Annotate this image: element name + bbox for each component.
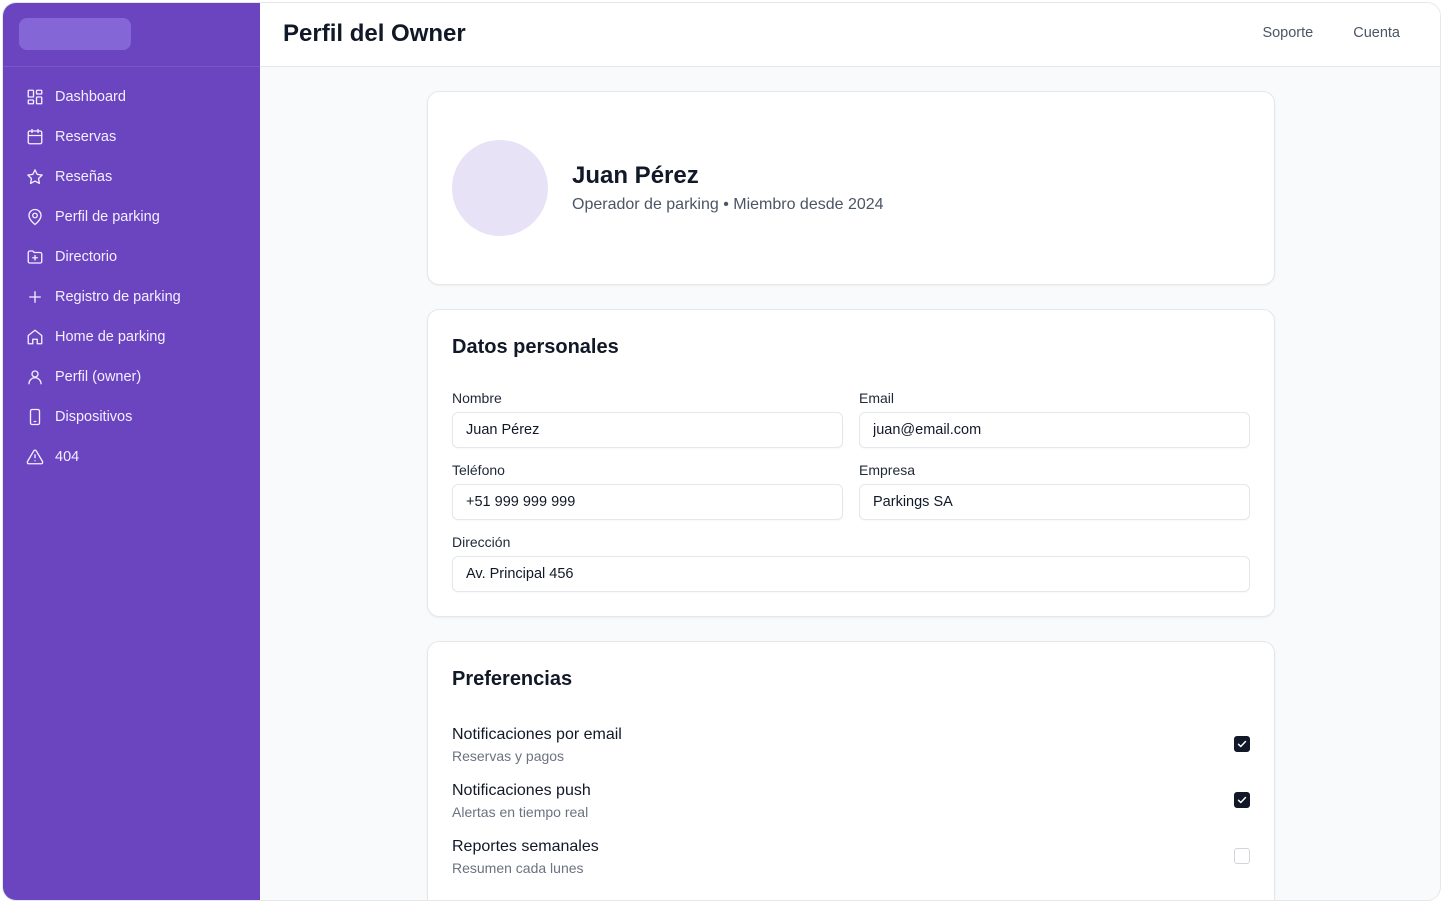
pref-subtitle: Reservas y pagos (452, 748, 565, 764)
section-title: Preferencias (452, 668, 573, 690)
map-pin-icon (26, 208, 55, 226)
pref-title: Notificaciones por email (452, 726, 622, 743)
sidebar-item-404[interactable]: 404 (3, 437, 260, 477)
sidebar-item-perfil-owner[interactable]: Perfil (owner) (3, 357, 260, 397)
pref-subtitle: Resumen cada lunes (452, 860, 584, 876)
sidebar-item-label: Perfil de parking (55, 209, 160, 225)
nombre-label: Nombre (452, 390, 502, 406)
email-notifications-checkbox[interactable] (1234, 736, 1250, 752)
sidebar-item-resenas[interactable]: Reseñas (3, 157, 260, 197)
support-link[interactable]: Soporte (1262, 25, 1313, 41)
direccion-label: Dirección (452, 534, 511, 550)
pref-weekly-reports: Reportes semanales Resumen cada lunes (452, 838, 1250, 882)
direccion-field[interactable] (452, 556, 1250, 592)
smartphone-icon (26, 408, 55, 426)
plus-icon (26, 288, 55, 306)
nombre-field-group: Nombre (452, 390, 843, 448)
sidebar-nav: Dashboard Reservas Reseñas Perfil de par… (3, 77, 260, 477)
nombre-field[interactable] (452, 412, 843, 448)
check-icon (1237, 740, 1247, 748)
sidebar-item-directorio[interactable]: Directorio (3, 237, 260, 277)
email-field-group: Email (859, 390, 1250, 448)
empresa-label: Empresa (859, 462, 916, 478)
direccion-field-group: Dirección (452, 534, 1250, 592)
telefono-field-group: Teléfono (452, 462, 843, 520)
sidebar-item-label: Home de parking (55, 329, 166, 345)
sidebar-item-label: Reseñas (55, 169, 113, 185)
app-window: Dashboard Reservas Reseñas Perfil de par… (2, 2, 1441, 901)
sidebar-item-label: Directorio (55, 249, 118, 265)
pref-push-notifications: Notificaciones push Alertas en tiempo re… (452, 782, 1250, 826)
telefono-field[interactable] (452, 484, 843, 520)
avatar (452, 140, 548, 236)
sidebar-item-home-parking[interactable]: Home de parking (3, 317, 260, 357)
user-icon (26, 368, 55, 386)
preferences-card: Preferencias Notificaciones por email Re… (427, 641, 1275, 900)
section-title: Datos personales (452, 336, 619, 358)
personal-data-card: Datos personales Nombre Email Teléfono E… (427, 309, 1275, 617)
main-content: Juan Pérez Operador de parking • Miembro… (260, 67, 1440, 900)
calendar-icon (26, 128, 55, 146)
weekly-reports-checkbox[interactable] (1234, 848, 1250, 864)
pref-title: Notificaciones push (452, 782, 591, 799)
folder-plus-icon (26, 248, 55, 266)
profile-card: Juan Pérez Operador de parking • Miembro… (427, 91, 1275, 285)
sidebar-item-label: Reservas (55, 129, 117, 145)
sidebar-item-label: Perfil (owner) (55, 369, 142, 385)
sidebar-item-label: Dashboard (55, 89, 126, 105)
telefono-label: Teléfono (452, 462, 505, 478)
sidebar-item-label: Registro de parking (55, 289, 181, 305)
sidebar-item-dashboard[interactable]: Dashboard (3, 77, 260, 117)
page-title: Perfil del Owner (283, 20, 466, 47)
account-link[interactable]: Cuenta (1353, 25, 1400, 41)
pref-email-notifications: Notificaciones por email Reservas y pago… (452, 726, 1250, 770)
profile-subtitle: Operador de parking • Miembro desde 2024 (572, 196, 884, 213)
logo[interactable] (19, 18, 131, 50)
sidebar-item-label: 404 (55, 449, 80, 465)
sidebar-item-reservas[interactable]: Reservas (3, 117, 260, 157)
empresa-field[interactable] (859, 484, 1250, 520)
empresa-field-group: Empresa (859, 462, 1250, 520)
sidebar-item-dispositivos[interactable]: Dispositivos (3, 397, 260, 437)
sidebar-item-label: Dispositivos (55, 409, 133, 425)
sidebar: Dashboard Reservas Reseñas Perfil de par… (3, 3, 260, 900)
top-bar: Perfil del Owner Soporte Cuenta (260, 3, 1440, 67)
email-field[interactable] (859, 412, 1250, 448)
top-links: Soporte Cuenta (1262, 25, 1400, 41)
star-icon (26, 168, 55, 186)
sidebar-item-registro-parking[interactable]: Registro de parking (3, 277, 260, 317)
pref-title: Reportes semanales (452, 838, 599, 855)
sidebar-header (3, 3, 260, 67)
email-label: Email (859, 390, 895, 406)
sidebar-item-perfil-parking[interactable]: Perfil de parking (3, 197, 260, 237)
profile-name: Juan Pérez (572, 162, 699, 189)
pref-subtitle: Alertas en tiempo real (452, 804, 589, 820)
push-notifications-checkbox[interactable] (1234, 792, 1250, 808)
home-icon (26, 328, 55, 346)
dashboard-icon (26, 88, 55, 106)
alert-triangle-icon (26, 448, 55, 466)
check-icon (1237, 796, 1247, 804)
